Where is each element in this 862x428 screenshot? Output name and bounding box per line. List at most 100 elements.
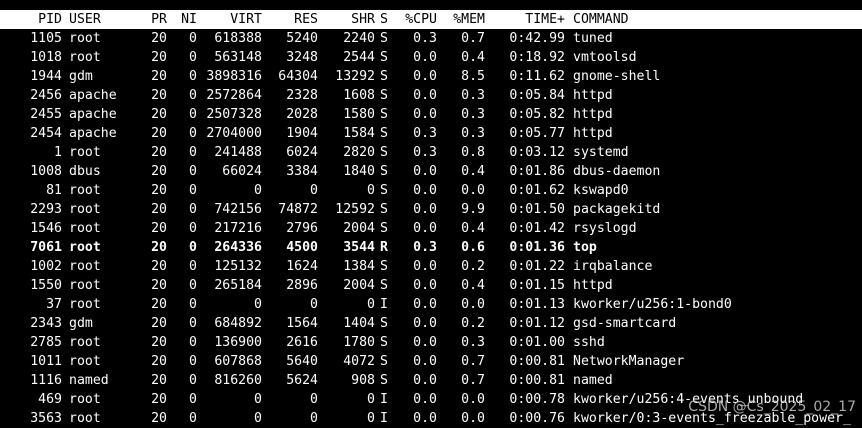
- process-virt: 0: [254, 183, 262, 198]
- process-row[interactable]: 1018 root 20 0 563148 3248 2544 S 0.0 0.4 0:18.92 v…: [0, 48, 862, 67]
- process-row[interactable]: 1116 named 20 0 816260 5624 908 S 0.0 0.7 0:00.81 n…: [0, 371, 862, 390]
- process-user: root: [69, 240, 101, 255]
- process-res: 64304: [278, 69, 318, 84]
- process-mem: 0.4: [461, 50, 485, 65]
- process-row[interactable]: 1546 root 20 0 217216 2796 2004 S 0.0 0.4 0:01.42 r…: [0, 219, 862, 238]
- process-row[interactable]: 2456 apache 20 0 2572864 2328 1608 S 0.0 0.3 0:05.…: [0, 86, 862, 105]
- process-time: 0:11.62: [509, 69, 565, 84]
- process-row[interactable]: 1008 dbus 20 0 66024 3384 1840 S 0.0 0.4 0:01.86 db…: [0, 162, 862, 181]
- process-shr: 4072: [343, 354, 375, 369]
- process-cpu: 0.0: [413, 259, 437, 274]
- process-row[interactable]: 2455 apache 20 0 2507328 2028 1580 S 0.0 0.3 0:05.…: [0, 105, 862, 124]
- process-mem: 0.0: [461, 392, 485, 407]
- process-virt: 618388: [214, 31, 262, 46]
- process-nice: 0: [189, 69, 197, 84]
- process-pid: 1008: [30, 164, 62, 179]
- process-nice: 0: [189, 88, 197, 103]
- process-shr: 12592: [335, 202, 375, 217]
- column-header-res[interactable]: RES: [268, 10, 318, 29]
- process-time: 0:05.77: [509, 126, 565, 141]
- process-user: apache: [69, 126, 117, 141]
- process-res: 2896: [286, 278, 318, 293]
- process-time: 0:01.86: [509, 164, 565, 179]
- column-header-state[interactable]: S: [380, 10, 392, 29]
- process-pid: 2456: [30, 88, 62, 103]
- process-row[interactable]: 37 root 20 0 0 0 0 I 0.0 0.0 0:01.13 kworker/u256:1…: [0, 295, 862, 314]
- process-row[interactable]: 1944 gdm 20 0 3898316 64304 13292 S 0.0 8.5 0:11.6…: [0, 67, 862, 86]
- process-command: dbus-daemon: [573, 164, 661, 179]
- process-command: systemd: [573, 145, 629, 160]
- process-state: S: [380, 69, 388, 84]
- process-time: 0:18.92: [509, 50, 565, 65]
- process-row[interactable]: 2293 root 20 0 742156 74872 12592 S 0.0 9.9 0:01.5…: [0, 200, 862, 219]
- process-priority: 20: [151, 183, 167, 198]
- process-pid: 1: [54, 145, 62, 160]
- process-cpu: 0.0: [413, 316, 437, 331]
- process-mem: 0.7: [461, 31, 485, 46]
- process-mem: 0.3: [461, 335, 485, 350]
- process-row[interactable]: 81 root 20 0 0 0 0 S 0.0 0.0 0:01.62 kswapd0: [0, 181, 862, 200]
- column-header-mem[interactable]: %MEM: [446, 10, 485, 29]
- process-priority: 20: [151, 202, 167, 217]
- process-row[interactable]: 1105 root 20 0 618388 5240 2240 S 0.3 0.7 0:42.99 t…: [0, 29, 862, 48]
- process-cpu: 0.0: [413, 335, 437, 350]
- process-state: S: [380, 316, 388, 331]
- process-mem: 0.3: [461, 88, 485, 103]
- column-header-virt[interactable]: VIRT: [200, 10, 262, 29]
- process-command: kworker/u256:1-bond0: [573, 297, 732, 312]
- process-nice: 0: [189, 297, 197, 312]
- process-res: 2616: [286, 335, 318, 350]
- column-header-command[interactable]: COMMAND: [573, 10, 862, 29]
- process-row[interactable]: 2785 root 20 0 136900 2616 1780 S 0.0 0.3 0:01.00 s…: [0, 333, 862, 352]
- process-pid: 1105: [30, 31, 62, 46]
- process-virt: 265184: [214, 278, 262, 293]
- column-header-shr[interactable]: SHR: [322, 10, 375, 29]
- process-nice: 0: [189, 240, 197, 255]
- process-shr: 1780: [343, 335, 375, 350]
- process-res: 5640: [286, 354, 318, 369]
- process-mem: 0.4: [461, 278, 485, 293]
- process-command: irqbalance: [573, 259, 653, 274]
- process-priority: 20: [151, 164, 167, 179]
- process-priority: 20: [151, 411, 167, 426]
- process-row[interactable]: 7061 root 20 0 264336 4500 3544 R 0.3 0.6 0:01.36 t…: [0, 238, 862, 257]
- process-state: S: [380, 183, 388, 198]
- process-pid: 2293: [30, 202, 62, 217]
- process-row[interactable]: 1 root 20 0 241488 6024 2820 S 0.3 0.8 0:03.12 syst…: [0, 143, 862, 162]
- column-header-ni[interactable]: NI: [170, 10, 197, 29]
- watermark: CSDN @Cs_2025_02_17: [688, 399, 856, 415]
- process-cpu: 0.0: [413, 354, 437, 369]
- column-header-cpu[interactable]: %CPU: [400, 10, 437, 29]
- process-row[interactable]: 1011 root 20 0 607868 5640 4072 S 0.0 0.7 0:00.81 N…: [0, 352, 862, 371]
- process-time: 0:01.42: [509, 221, 565, 236]
- process-time: 0:05.84: [509, 88, 565, 103]
- process-user: root: [69, 411, 101, 426]
- process-time: 0:01.62: [509, 183, 565, 198]
- process-row[interactable]: 1550 root 20 0 265184 2896 2004 S 0.0 0.4 0:01.15 h…: [0, 276, 862, 295]
- process-nice: 0: [189, 392, 197, 407]
- process-user: root: [69, 145, 101, 160]
- process-shr: 908: [351, 373, 375, 388]
- process-shr: 3544: [343, 240, 375, 255]
- process-res: 5240: [286, 31, 318, 46]
- column-header-pid[interactable]: PID: [0, 10, 62, 29]
- process-shr: 1404: [343, 316, 375, 331]
- top-terminal[interactable]: PID USER PR NI VIRT RES SHR S %CPU %MEM …: [0, 0, 862, 426]
- column-header-pr[interactable]: PR: [140, 10, 167, 29]
- column-header-user[interactable]: USER: [69, 10, 139, 29]
- process-user: root: [69, 335, 101, 350]
- process-pid: 1011: [30, 354, 62, 369]
- process-row[interactable]: 2454 apache 20 0 2704000 1904 1584 S 0.3 0.3 0:05.…: [0, 124, 862, 143]
- process-pid: 2455: [30, 107, 62, 122]
- process-user: apache: [69, 107, 117, 122]
- column-header-time[interactable]: TIME+: [490, 10, 565, 29]
- process-priority: 20: [151, 107, 167, 122]
- process-row[interactable]: 2343 gdm 20 0 684892 1564 1404 S 0.0 0.2 0:01.12 gs…: [0, 314, 862, 333]
- process-shr: 1584: [343, 126, 375, 141]
- process-shr: 2544: [343, 50, 375, 65]
- process-time: 0:00.78: [509, 392, 565, 407]
- process-state: S: [380, 259, 388, 274]
- process-nice: 0: [189, 31, 197, 46]
- process-pid: 1546: [30, 221, 62, 236]
- process-row[interactable]: 1002 root 20 0 125132 1624 1384 S 0.0 0.2 0:01.22 i…: [0, 257, 862, 276]
